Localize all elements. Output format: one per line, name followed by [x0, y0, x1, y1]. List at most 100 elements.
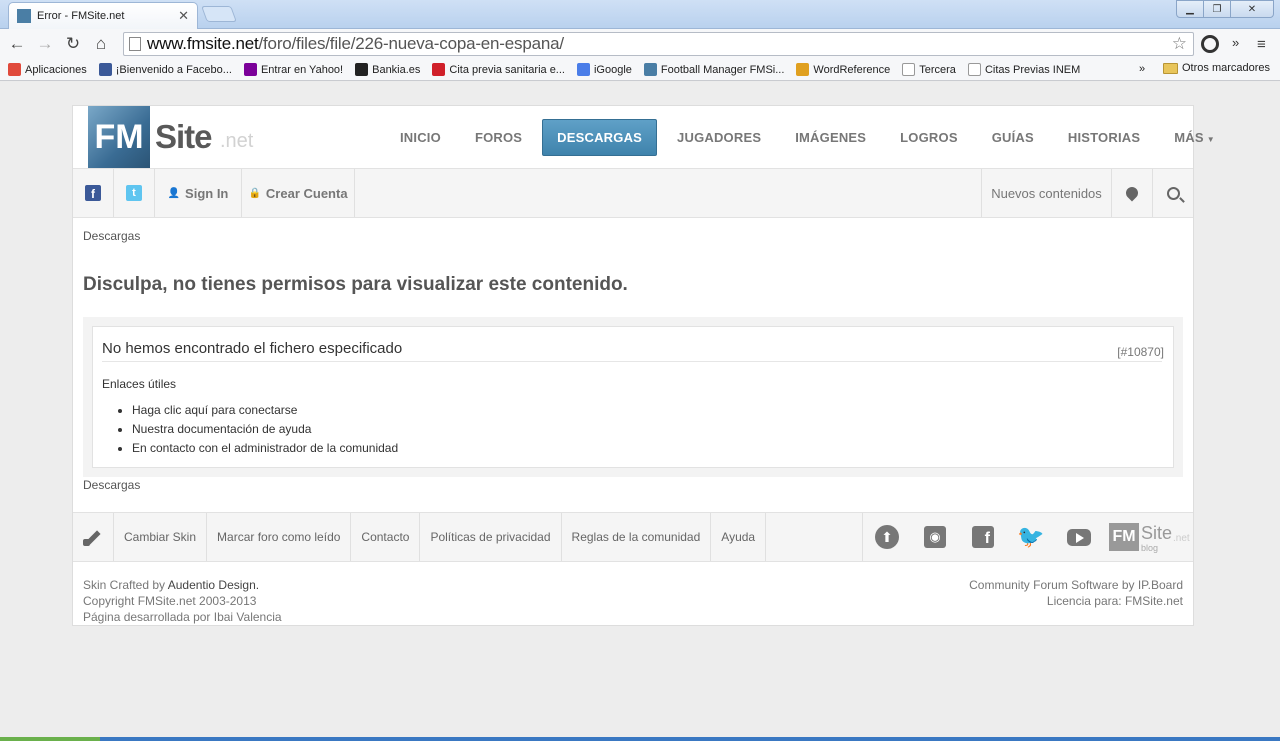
nav-label: JUGADORES — [677, 129, 762, 145]
nav-item-inicio[interactable]: INICIO — [386, 120, 455, 155]
link-sign-in[interactable]: Haga clic aquí para conectarse — [132, 403, 398, 422]
bookmark-item[interactable]: Football Manager FMSi... — [638, 63, 791, 76]
lock-icon: 🔒 — [248, 187, 261, 199]
fmsite-icon — [643, 63, 657, 76]
bookmark-star-icon[interactable]: ☆ — [1172, 34, 1187, 54]
footer-link-contact[interactable]: Contacto — [351, 513, 421, 561]
other-bookmarks-folder[interactable]: Otros marcadores — [1163, 62, 1270, 74]
main-nav: INICIO FOROS DESCARGAS JUGADORES IMÁGENES LOG… — [383, 106, 1232, 168]
software-credit-link[interactable]: Community Forum Software by IP.Board — [969, 577, 1183, 593]
url-text: www.fmsite.net/foro/files/file/226-nueva… — [147, 34, 564, 53]
nav-item-historias[interactable]: HISTORIAS — [1054, 120, 1154, 155]
facebook-login-button[interactable]: f — [73, 169, 114, 217]
new-content-button[interactable]: Nuevos contenidos — [981, 169, 1111, 217]
footer-link-help[interactable]: Ayuda — [711, 513, 767, 561]
yahoo-icon — [243, 63, 257, 76]
youtube-button[interactable] — [1055, 513, 1103, 561]
bookmark-item[interactable]: Bankia.es — [349, 63, 426, 76]
taskbar-strip — [0, 737, 1280, 741]
bookmarks-bar: Aplicaciones ¡Bienvenido a Facebo... Entra… — [0, 59, 1280, 81]
create-account-button[interactable]: 🔒 Crear Cuenta — [242, 169, 355, 217]
new-tab-button[interactable] — [201, 6, 237, 22]
fmsite-favicon-icon — [17, 9, 31, 23]
nav-label: INICIO — [400, 129, 441, 145]
back-to-top-button[interactable]: ⬆ — [863, 513, 911, 561]
bookmark-item[interactable]: ¡Bienvenido a Facebo... — [93, 63, 238, 76]
tab-close-icon[interactable]: ✕ — [178, 8, 189, 24]
minimize-icon[interactable]: ▁ — [1176, 0, 1204, 18]
caret-down-icon: ▼ — [1206, 134, 1215, 144]
extension-icon[interactable] — [1201, 35, 1219, 53]
back-icon[interactable]: ← — [3, 30, 31, 58]
license-line: Licencia para: FMSite.net — [1046, 594, 1183, 608]
copyright-line: Copyright FMSite.net 2003-2013 — [83, 594, 257, 608]
browser-tab[interactable]: Error - FMSite.net ✕ — [8, 2, 198, 29]
bookmark-item[interactable]: WordReference — [790, 63, 896, 76]
at-icon — [967, 63, 981, 76]
site-container: FM Site .net INICIO FOROS DESCARGAS JUGADOR… — [72, 105, 1215, 626]
footer-link-mark-read[interactable]: Marcar foro como leído — [207, 513, 352, 561]
fmsite-blog-logo[interactable]: FM Site .net blog — [1103, 513, 1193, 561]
restore-icon[interactable]: ❐ — [1203, 0, 1231, 18]
twitter-icon: t — [126, 185, 142, 201]
twitter-button[interactable]: 🐦 — [1007, 513, 1055, 561]
nav-label: HISTORIAS — [1067, 129, 1141, 145]
twitter-login-button[interactable]: t — [114, 169, 155, 217]
bookmark-label: Bankia.es — [372, 63, 421, 76]
apps-grid-icon — [8, 63, 21, 76]
footer-link-rules[interactable]: Reglas de la comunidad — [562, 513, 712, 561]
useful-links-list: Haga clic aquí para conectarse Nuestra d… — [132, 403, 398, 460]
bookmark-item[interactable]: Citas Previas INEM — [962, 63, 1086, 76]
nav-item-jugadores[interactable]: JUGADORES — [663, 120, 775, 155]
nav-label: FOROS — [474, 129, 523, 145]
bookmark-label: Entrar en Yahoo! — [260, 63, 344, 76]
sign-in-button[interactable]: 👤 Sign In — [155, 169, 242, 217]
nav-item-descargas[interactable]: DESCARGAS — [542, 118, 658, 156]
blog-logo-net: .net — [1173, 533, 1190, 544]
link-help-docs[interactable]: Nuestra documentación de ayuda — [132, 422, 398, 441]
nav-item-guias[interactable]: GUÍAS — [978, 120, 1048, 155]
bookmark-item[interactable]: Aplicaciones — [2, 63, 93, 76]
bookmark-label: Cita previa sanitaria e... — [449, 63, 565, 76]
rss-button[interactable]: ◉ — [911, 513, 959, 561]
copyright-block: Skin Crafted by Audentio Design. Copyrig… — [83, 577, 282, 625]
reload-icon[interactable]: ↻ — [59, 30, 87, 58]
site-header: FM Site .net INICIO FOROS DESCARGAS JUGADOR… — [73, 106, 1215, 169]
breadcrumb[interactable]: Descargas — [83, 229, 140, 243]
home-icon[interactable]: ⌂ — [87, 30, 115, 58]
breadcrumb-bottom[interactable]: Descargas — [83, 478, 140, 492]
bookmarks-more-icon[interactable]: » — [1139, 63, 1145, 75]
link-contact-admin[interactable]: En contacto con el administrador de la c… — [132, 441, 398, 460]
bookmark-label: Tercera — [919, 63, 956, 76]
nav-item-imagenes[interactable]: IMÁGENES — [781, 120, 880, 155]
extensions-overflow-icon[interactable]: » — [1232, 35, 1239, 50]
page-icon — [129, 37, 141, 51]
wordreference-icon — [796, 63, 810, 76]
nav-item-logros[interactable]: LOGROS — [886, 120, 972, 155]
footer-link-privacy[interactable]: Políticas de privacidad — [420, 513, 562, 561]
browser-menu-icon[interactable]: ≡ — [1257, 36, 1266, 53]
bookmark-item[interactable]: Entrar en Yahoo! — [238, 63, 349, 76]
site-logo[interactable]: FM Site .net — [88, 106, 263, 168]
bookmark-item[interactable]: Cita previa sanitaria e... — [426, 63, 571, 76]
footer-link-change-skin[interactable]: Cambiar Skin — [114, 513, 208, 561]
blog-logo-site: Site — [1141, 523, 1173, 543]
forward-icon[interactable]: → — [31, 30, 59, 58]
bookmark-item[interactable]: Tercera — [896, 63, 962, 76]
facebook-button[interactable]: f — [959, 513, 1007, 561]
user-bar: f t 👤 Sign In 🔒 Crear Cuenta Nuevos conten… — [73, 169, 1193, 218]
developer-credit: Página desarrollada por Ibai Valencia — [83, 610, 282, 624]
nav-label: GUÍAS — [991, 129, 1034, 145]
bookmark-item[interactable]: iGoogle — [571, 63, 638, 76]
skin-icon-button[interactable] — [73, 513, 114, 561]
blog-logo-fm: FM — [1109, 523, 1139, 551]
nav-item-foros[interactable]: FOROS — [461, 120, 536, 155]
nav-item-mas[interactable]: MÁS ▼ — [1160, 120, 1229, 155]
skin-author-link[interactable]: Audentio Design. — [168, 578, 259, 592]
youtube-icon — [1067, 528, 1091, 546]
blog-logo-label: blog — [1141, 543, 1159, 553]
address-bar[interactable]: www.fmsite.net/foro/files/file/226-nueva… — [123, 32, 1194, 56]
close-window-icon[interactable]: ✕ — [1230, 0, 1274, 18]
location-button[interactable] — [1111, 169, 1152, 217]
search-button[interactable] — [1152, 169, 1193, 217]
